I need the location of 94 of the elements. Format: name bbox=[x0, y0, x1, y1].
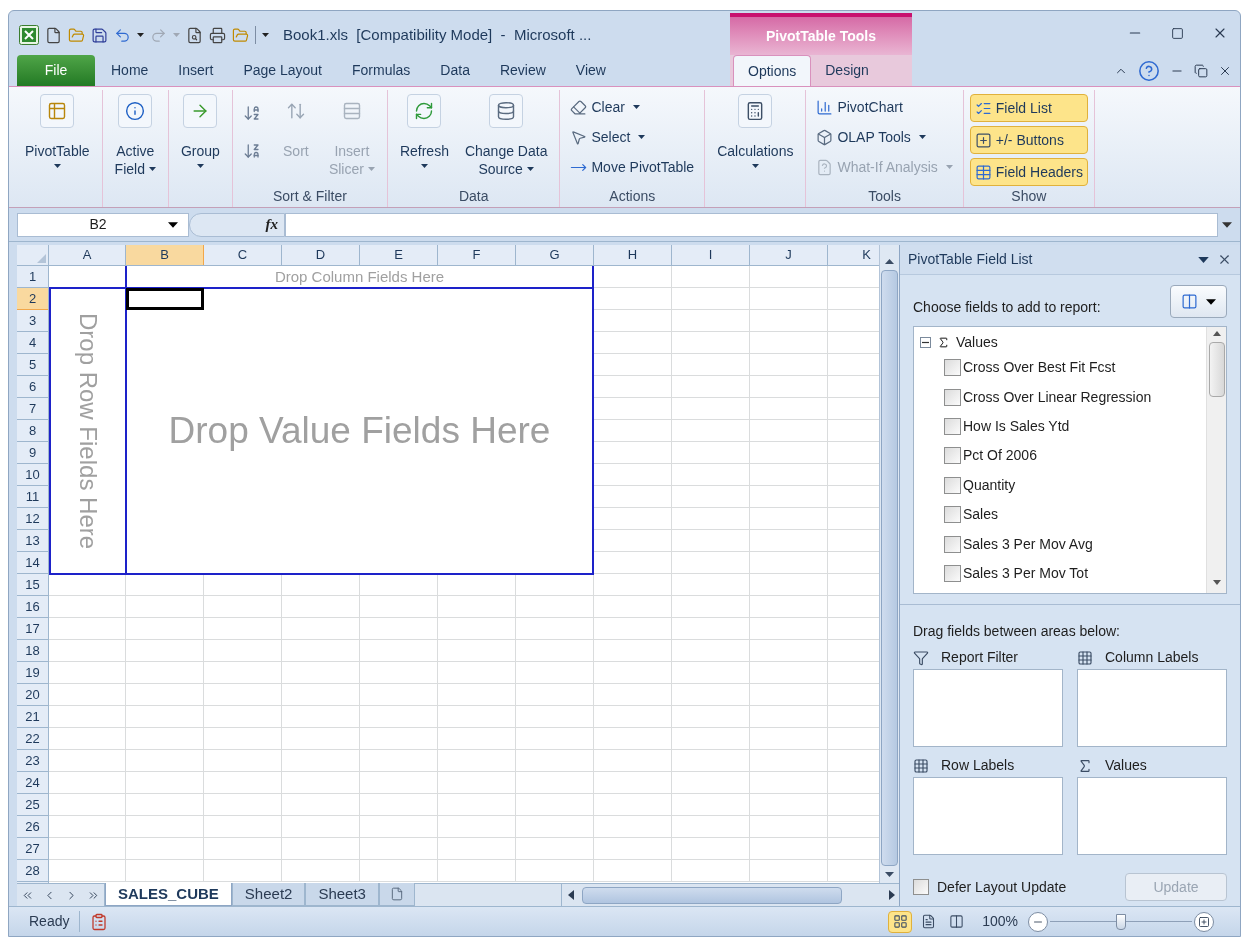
ribbon-tab[interactable]: Formulas bbox=[338, 55, 425, 86]
ribbon-tab[interactable]: Home bbox=[97, 55, 163, 86]
row-header[interactable]: 9 bbox=[17, 442, 48, 464]
column-header[interactable]: H bbox=[594, 245, 672, 265]
field-label: Quantity bbox=[963, 475, 1016, 495]
field-label: Sales 3 Per Mov Tot bbox=[963, 563, 1089, 583]
field-label: Sales bbox=[963, 505, 999, 525]
ribbon-button[interactable]: Group bbox=[174, 90, 226, 168]
ribbon-button[interactable]: Select bbox=[566, 124, 699, 150]
ribbon-tab[interactable]: Options bbox=[733, 55, 812, 86]
row-header[interactable]: 23 bbox=[17, 750, 48, 772]
row-header[interactable]: 5 bbox=[17, 354, 48, 376]
row-header[interactable]: 17 bbox=[17, 618, 48, 640]
areas-prompt: Drag fields between areas below: bbox=[913, 622, 1121, 641]
row-header[interactable]: 12 bbox=[17, 508, 48, 530]
row-header[interactable]: 24 bbox=[17, 772, 48, 794]
column-header[interactable]: E bbox=[360, 245, 438, 265]
ribbon-button[interactable]: Calculations bbox=[711, 90, 800, 168]
sheet-tab[interactable]: Sheet3 bbox=[305, 883, 379, 906]
area-label: Report Filter bbox=[941, 648, 1019, 667]
ribbon-button[interactable]: Change Data Source bbox=[458, 90, 554, 178]
toggle-button[interactable]: Field Headers bbox=[969, 158, 1088, 186]
column-header[interactable]: I bbox=[672, 245, 750, 265]
group-label: Tools bbox=[868, 186, 901, 206]
field-label: How Is Sales Ytd bbox=[963, 416, 1070, 436]
ribbon-button[interactable]: PivotChart bbox=[812, 94, 957, 120]
group-label: Sort & Filter bbox=[272, 186, 347, 206]
row-header[interactable]: 25 bbox=[17, 794, 48, 816]
ribbon-button[interactable]: Active Field bbox=[108, 90, 162, 178]
row-header[interactable]: 27 bbox=[17, 838, 48, 860]
field-label: Pct Of 2006 bbox=[963, 446, 1037, 466]
sheet-tab[interactable]: Sheet2 bbox=[231, 883, 306, 906]
insert-function-label[interactable]: fx bbox=[265, 213, 278, 236]
row-drop-zone: Drop Row Fields Here bbox=[49, 287, 127, 575]
row-header[interactable]: 15 bbox=[17, 574, 48, 596]
row-header[interactable]: 7 bbox=[17, 398, 48, 420]
prompt-text: Choose fields to add to report: bbox=[913, 298, 1101, 317]
field-label: Cross Over Best Fit Fcst bbox=[963, 358, 1116, 378]
group-label: Actions bbox=[609, 186, 656, 206]
row-header[interactable]: 26 bbox=[17, 816, 48, 838]
toggle-button[interactable]: Field List bbox=[969, 94, 1088, 122]
ribbon-button[interactable]: Move PivotTable bbox=[566, 154, 699, 180]
value-drop-zone: Drop Value Fields Here bbox=[125, 287, 594, 575]
field-label: Cross Over Linear Regression bbox=[963, 387, 1152, 407]
row-header[interactable]: 20 bbox=[17, 684, 48, 706]
zoom-level[interactable]: 100% bbox=[982, 911, 1018, 932]
ribbon-tab[interactable]: Review bbox=[485, 55, 560, 86]
area-label: Column Labels bbox=[1105, 648, 1199, 667]
status-text: Ready bbox=[19, 911, 81, 932]
toggle-button[interactable]: +/- Buttons bbox=[969, 126, 1088, 154]
context-tab-group: PivotTable Tools bbox=[730, 13, 912, 55]
column-header[interactable]: C bbox=[204, 245, 282, 265]
name-box[interactable]: B2 bbox=[17, 212, 189, 237]
row-header[interactable]: 6 bbox=[17, 376, 48, 398]
row-header[interactable]: 13 bbox=[17, 530, 48, 552]
row-header[interactable]: 14 bbox=[17, 552, 48, 574]
group-label: Show bbox=[1011, 187, 1047, 206]
row-header[interactable]: 28 bbox=[17, 860, 48, 882]
column-drop-zone: Drop Column Fields Here bbox=[125, 266, 594, 288]
row-header[interactable]: 18 bbox=[17, 640, 48, 662]
row-header[interactable]: 21 bbox=[17, 706, 48, 728]
tree-node-label[interactable]: Values bbox=[956, 331, 998, 353]
column-header[interactable]: G bbox=[516, 245, 594, 265]
ribbon-tab[interactable]: Page Layout bbox=[229, 55, 336, 86]
ribbon-button[interactable]: Clear bbox=[566, 94, 699, 120]
pane-title: PivotTable Field List bbox=[908, 250, 1033, 269]
row-header[interactable]: 19 bbox=[17, 662, 48, 684]
row-header[interactable]: 16 bbox=[17, 596, 48, 618]
row-header[interactable]: 2 bbox=[17, 288, 48, 310]
window-title: Book1.xls [Compatibility Mode] - Microsoft ... bbox=[283, 24, 592, 45]
checkbox-label: Defer Layout Update bbox=[937, 877, 1067, 897]
group-label: Data bbox=[458, 186, 489, 206]
column-header[interactable]: F bbox=[438, 245, 516, 265]
column-header[interactable]: B bbox=[126, 245, 204, 265]
column-header[interactable]: D bbox=[282, 245, 360, 265]
area-label: Row Labels bbox=[941, 756, 1015, 775]
row-header[interactable]: 8 bbox=[17, 420, 48, 442]
column-header[interactable]: J bbox=[750, 245, 828, 265]
area-label: Values bbox=[1105, 756, 1147, 775]
ribbon-tab[interactable]: Design bbox=[811, 55, 883, 86]
ribbon-tab[interactable]: Data bbox=[426, 55, 484, 86]
ribbon-tab[interactable]: Insert bbox=[164, 55, 228, 86]
file-tab[interactable]: File bbox=[17, 55, 95, 86]
row-header[interactable]: 3 bbox=[17, 310, 48, 332]
ribbon-button[interactable]: OLAP Tools bbox=[812, 124, 957, 150]
ribbon-button[interactable]: Refresh bbox=[393, 90, 455, 168]
row-header[interactable]: 11 bbox=[17, 486, 48, 508]
field-label: Sales 3 Per Mov Avg bbox=[963, 534, 1093, 554]
row-header[interactable]: 4 bbox=[17, 332, 48, 354]
row-header[interactable]: 10 bbox=[17, 464, 48, 486]
ribbon-tab[interactable]: View bbox=[561, 55, 620, 86]
row-header[interactable]: 22 bbox=[17, 728, 48, 750]
ribbon-button[interactable]: PivotTable bbox=[19, 90, 96, 168]
sheet-tab[interactable]: SALES_CUBE bbox=[105, 883, 232, 906]
